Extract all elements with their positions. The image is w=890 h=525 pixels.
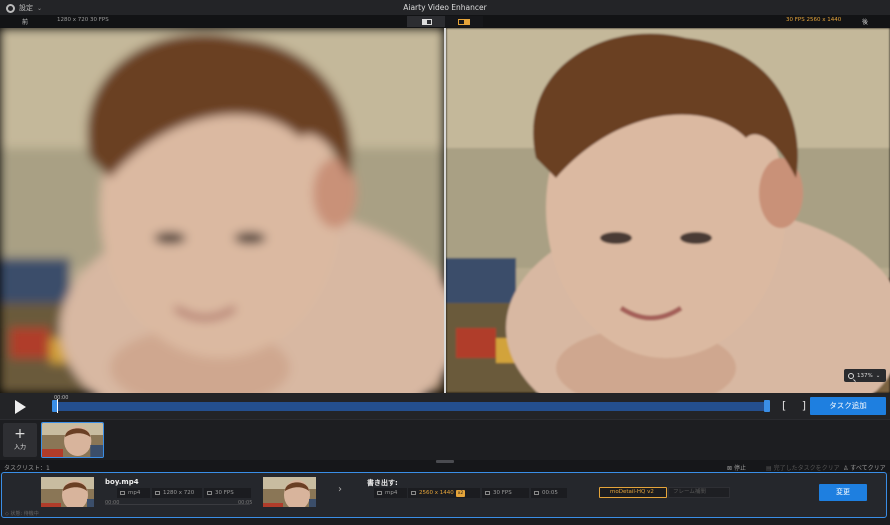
after-frame <box>446 28 890 393</box>
chevron-right-icon: › <box>338 484 342 495</box>
clear-completed-label: 完了したタスクをクリア <box>773 465 840 472</box>
source-fps: 30 FPS <box>204 488 251 498</box>
source-format: mp4 <box>117 488 150 498</box>
clear-all-label: すべてクリア <box>850 465 886 472</box>
output-format[interactable]: mp4 <box>374 488 407 498</box>
source-info: 1280 x 720 30 FPS <box>57 17 109 23</box>
output-duration-value: 00:05 <box>542 490 558 496</box>
plus-icon: + <box>14 426 26 442</box>
magnifier-icon <box>848 372 854 379</box>
split-view-icon <box>422 19 432 25</box>
selected-clip-thumbnail[interactable] <box>41 422 104 458</box>
resize-grip[interactable] <box>436 460 454 463</box>
output-thumbnail-image <box>263 477 316 507</box>
clip-thumbnail-image <box>42 423 103 457</box>
input-button[interactable]: + 入力 <box>3 423 37 457</box>
output-resolution[interactable]: 2560 x 1440 x2 <box>408 488 480 498</box>
app-title: Aiarty Video Enhancer <box>403 3 487 12</box>
task-status-text: 状態: 待機中 <box>10 511 39 517</box>
source-fps-value: 30 FPS <box>215 490 234 496</box>
playhead[interactable] <box>57 399 58 413</box>
preview-viewer[interactable]: 137% ⌄ <box>0 28 890 393</box>
ai-model-selector[interactable]: moDetail-HQ v2 <box>599 487 667 498</box>
after-label: 後 <box>862 19 869 26</box>
output-resolution-value: 2560 x 1440 <box>419 490 454 496</box>
source-format-value: mp4 <box>128 490 141 496</box>
source-thumbnail-image <box>41 477 94 507</box>
after-preview <box>446 28 890 393</box>
convert-button[interactable]: 変更 <box>819 484 867 501</box>
status-icon: ◇ <box>5 511 9 517</box>
zoom-control[interactable]: 137% ⌄ <box>844 369 886 382</box>
side-by-side-icon <box>458 19 470 25</box>
output-fps-value: 30 FPS <box>493 490 512 496</box>
output-fps[interactable]: 30 FPS <box>482 488 529 498</box>
source-resolution-value: 1280 x 720 <box>163 490 195 496</box>
fps-icon <box>207 490 212 495</box>
play-icon[interactable] <box>15 400 26 414</box>
before-label: 前 <box>22 19 29 26</box>
time-end: 00:05 <box>238 500 253 506</box>
source-resolution: 1280 x 720 <box>152 488 202 498</box>
export-label: 書き出す: <box>367 479 398 487</box>
split-view-button[interactable] <box>407 16 445 27</box>
clock-icon <box>534 490 539 495</box>
task-status: ◇ 状態: 待機中 <box>5 510 39 517</box>
output-info: 30 FPS 2560 x 1440 <box>786 17 842 23</box>
before-preview <box>0 28 444 393</box>
frame-interpolation-field[interactable]: フレーム補間 <box>668 487 730 498</box>
trim-brackets-icon[interactable]: [ ] <box>782 399 812 412</box>
fps-icon <box>485 490 490 495</box>
task-list-title: タスクリスト：1 <box>4 465 50 472</box>
timeline-track[interactable] <box>53 402 770 411</box>
add-task-button[interactable]: タスク追加 <box>810 397 886 415</box>
source-thumbnail <box>41 477 94 507</box>
view-bar: 前 1280 x 720 30 FPS 30 FPS 2560 x 1440 後 <box>0 15 890 28</box>
input-strip: + 入力 <box>0 419 890 460</box>
stop-button[interactable]: ⊠ 停止 <box>727 463 746 472</box>
trim-end-handle[interactable] <box>764 400 770 412</box>
task-progress-bar <box>105 504 250 505</box>
task-list-header: タスクリスト：1 ⊠ 停止 ▤ 完了したタスクをクリア ♙ すべてクリア <box>0 460 890 472</box>
output-thumbnail <box>263 477 316 507</box>
title-bar: 設定 ⌄ Aiarty Video Enhancer <box>0 0 890 15</box>
resolution-icon <box>155 490 160 495</box>
file-icon <box>120 490 125 495</box>
stop-label: 停止 <box>733 465 746 472</box>
input-label: 入力 <box>13 444 26 451</box>
clear-completed-button[interactable]: ▤ 完了したタスクをクリア <box>766 463 840 472</box>
clear-all-button[interactable]: ♙ すべてクリア <box>843 463 886 472</box>
scale-badge: x2 <box>455 490 466 497</box>
output-format-value: mp4 <box>385 490 398 496</box>
zoom-value: 137% <box>857 372 873 379</box>
task-item[interactable]: boy.mp4 mp4 1280 x 720 30 FPS 00:00 00:0… <box>1 472 887 518</box>
side-by-side-view-button[interactable] <box>445 16 483 27</box>
chevron-down-icon: ⌄ <box>875 372 881 379</box>
time-start: 00:00 <box>105 500 120 506</box>
timeline-bar: 00:00 [ ] タスク追加 <box>0 393 890 419</box>
output-duration: 00:05 <box>531 488 567 498</box>
file-name: boy.mp4 <box>105 478 139 486</box>
resolution-icon <box>411 490 416 495</box>
before-frame <box>0 28 444 393</box>
file-icon <box>377 490 382 495</box>
